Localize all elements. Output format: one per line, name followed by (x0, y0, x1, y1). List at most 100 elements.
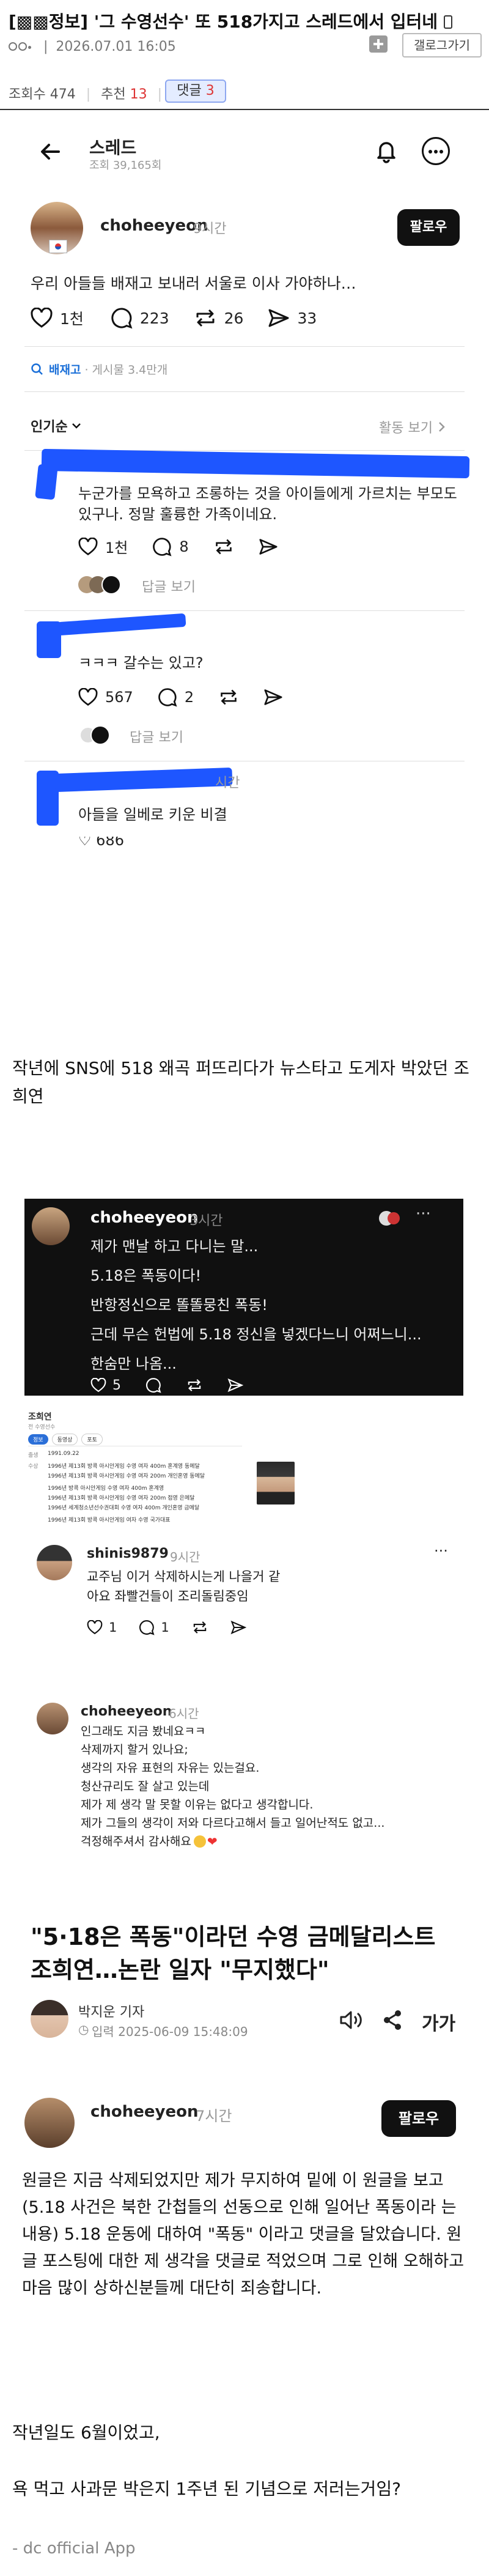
repost-icon[interactable] (213, 538, 234, 556)
sort-label: 인기순 (31, 420, 68, 435)
dob-value: 1991.09.22 (48, 1451, 79, 1457)
follow-button[interactable]: 팔로우 (397, 209, 460, 246)
back-arrow-icon[interactable] (38, 139, 62, 164)
follow-button[interactable]: 팔로우 (381, 2100, 456, 2137)
threads-title: 스레드 (89, 138, 137, 158)
gallog-button[interactable]: 갤로그가기 (402, 33, 482, 57)
post-title-line: [▩▩정보] '그 수영선수' 또 518가지고 스레드에서 입터네 (9, 9, 452, 33)
share-icon[interactable] (263, 688, 283, 706)
reply-line: 제가 제 생각 말 못할 이유는 없다고 생각합니다. (81, 1798, 314, 1812)
post-body-text: 욕 먹고 사과문 박은지 1주년 된 기념으로 저러는거임? (12, 2479, 401, 2499)
view-replies-link[interactable]: 답글 보기 (142, 576, 196, 596)
apology-thread-screenshot: choheeyeon 7시간 팔로우 원글은 지금 삭제되었지만 제가 무지하여… (12, 2092, 477, 2324)
reply-like-count: 1 (109, 1620, 117, 1635)
reply-text: 아들을 일베로 키운 비결 (78, 806, 227, 823)
reply-avatars (78, 725, 115, 745)
heart-icon[interactable] (31, 308, 53, 328)
font-size-button[interactable]: 가가 (422, 2008, 455, 2035)
profile-card-screenshot: 조희연 전 수영선수 정보 동영상 포토 출생 1991.09.22 수상 19… (24, 1407, 355, 1541)
comment-icon[interactable] (152, 537, 172, 557)
comment-icon[interactable] (158, 687, 177, 707)
reply-comment-count: 1 (161, 1620, 169, 1635)
activity-link[interactable]: 활동 보기 (379, 417, 445, 437)
career-item: 1996년 방콕 아시안게임 수영 여자 400m 혼계영 (48, 1486, 164, 1492)
career-item: 1996년 세계청소년선수권대회 수영 여자 400m 개인혼영 금메달 (48, 1505, 200, 1511)
reply-like-count: 686 (96, 837, 124, 848)
post-header: [▩▩정보] '그 수영선수' 또 518가지고 스레드에서 입터네 | 202… (0, 0, 489, 110)
share-count: 33 (297, 309, 317, 327)
threads-screenshot-1: 스레드 조회 39,165회 choheeyeon 9시간 팔로우 우리 아들들… (0, 110, 489, 960)
comments-label: 댓글 (177, 83, 202, 98)
post-line: 제가 맨날 하고 다니는 말... (90, 1238, 259, 1255)
heart-icon[interactable] (78, 688, 98, 706)
reply-line-last: 걱정해주셔서 감사해요 ❤ (81, 1832, 384, 1851)
smile-emoji-icon (193, 1835, 206, 1848)
divider (24, 610, 465, 611)
divider (24, 346, 465, 347)
author-name[interactable]: choheeyeon (100, 217, 208, 235)
thread-reply-screenshot: shinis9879 9시간 ··· 교주님 이거 삭제하시는게 나을거 같아요… (24, 1539, 465, 1640)
post-line: 5.18은 폭동이다! (90, 1267, 202, 1284)
share-icon[interactable] (259, 538, 278, 556)
gallery-add-icon[interactable] (369, 35, 388, 53)
article-date: 입력 2025-06-09 15:48:09 (92, 2024, 248, 2039)
author-avatar (37, 1545, 72, 1580)
redaction-mark (54, 767, 233, 793)
post-body-text: 작년일도 6월이었고, (12, 2422, 160, 2443)
repost-icon[interactable] (218, 688, 239, 706)
reply-lines: 인그래도 지금 봤네요ㅋㅋ 삭제까지 할거 있나요; 생각의 자유 표현의 자유… (81, 1722, 384, 1851)
post-time: 7시간 (196, 2108, 232, 2125)
post-body-text: 작년에 SNS에 518 왜곡 퍼뜨리다가 뉴스타고 도게자 박았던 조희연 (12, 1058, 469, 1106)
repost-icon[interactable] (191, 1620, 208, 1635)
profile-tab[interactable]: 포토 (81, 1434, 103, 1445)
flag-badge-icon (49, 240, 67, 253)
recommend-count: 13 (130, 87, 147, 102)
divider (24, 391, 465, 392)
repost-icon[interactable] (186, 1378, 203, 1393)
chevron-right-icon (438, 421, 445, 432)
sort-dropdown[interactable]: 인기순 (31, 416, 81, 435)
post-stats: 조회수 474 | 추천 13 | (9, 87, 163, 102)
repost-icon[interactable] (194, 308, 217, 328)
reporter-avatar (31, 2000, 68, 2038)
post-title: '그 수영선수' 또 518가지고 스레드에서 입터네 (94, 12, 438, 32)
comment-icon[interactable] (139, 1619, 155, 1635)
author-name: choheeyeon (81, 1704, 172, 1719)
reply-actions: 1 1 (87, 1619, 246, 1635)
career-label: 수상 (28, 1464, 39, 1470)
heart-icon[interactable] (78, 537, 98, 556)
more-dots-icon[interactable]: ··· (416, 1205, 431, 1223)
more-options-icon[interactable] (422, 137, 450, 165)
nick-dots-icon (9, 42, 35, 51)
clock-icon: ◷ (78, 2022, 89, 2037)
speaker-icon[interactable] (339, 2010, 363, 2030)
share-icon[interactable] (230, 1620, 246, 1635)
view-replies-link[interactable]: 답글 보기 (130, 727, 183, 746)
bell-icon[interactable] (373, 137, 400, 164)
heart-icon[interactable] (87, 1620, 103, 1635)
tag-meta: · 게시물 3.4만개 (84, 363, 168, 377)
apology-text: 원글은 지금 삭제되었지만 제가 무지하여 밑에 이 원글을 보고 (5.18 … (22, 2171, 465, 2298)
share-icon[interactable] (227, 1378, 243, 1393)
reply-line: 걱정해주셔서 감사해요 (81, 1835, 191, 1848)
more-dots-icon[interactable]: ··· (434, 1542, 448, 1560)
tag-row[interactable]: 배재고 · 게시물 3.4만개 (31, 361, 167, 377)
redaction-mark (41, 448, 470, 479)
author-avatar (37, 1703, 68, 1734)
career-item: 1996년 제13회 방콕 아시안게임 여자 수영 국가대표 (48, 1517, 171, 1523)
comment-icon[interactable] (111, 307, 133, 329)
comment-icon[interactable] (145, 1377, 161, 1393)
reply-comment-count: 2 (184, 689, 194, 706)
profile-tab-active[interactable]: 정보 (28, 1434, 48, 1445)
phone-icon (443, 15, 452, 29)
author-name: choheeyeon (90, 1208, 199, 1227)
profile-sub: 전 수영선수 (28, 1424, 56, 1430)
dob-label: 출생 (28, 1453, 39, 1459)
profile-tab[interactable]: 동영상 (51, 1434, 78, 1445)
reply-line: 인그래도 지금 봤네요ㅋㅋ (81, 1725, 206, 1738)
comment-count-badge[interactable]: 댓글 3 (165, 80, 226, 103)
heart-icon[interactable] (90, 1378, 106, 1393)
share-nodes-icon[interactable] (383, 2010, 402, 2030)
career-item: 1996년 제13회 방콕 아시안게임 수영 여자 200m 접영 은메달 (48, 1495, 195, 1501)
share-icon[interactable] (268, 308, 290, 328)
